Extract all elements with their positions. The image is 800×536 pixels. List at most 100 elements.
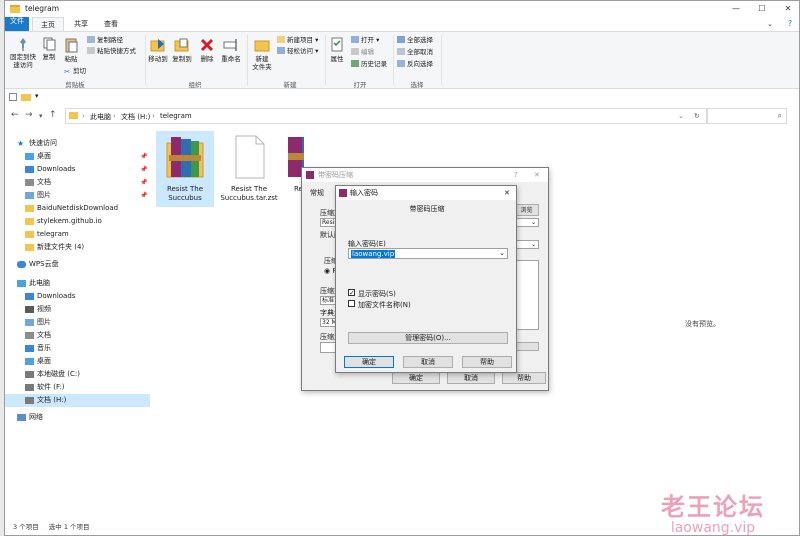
- checkbox-icon[interactable]: [9, 93, 17, 101]
- new-group-label: 新建: [283, 81, 297, 89]
- sidebar-item[interactable]: 图片: [5, 316, 150, 329]
- select-all-label: 全部选择: [407, 36, 433, 44]
- help-icon[interactable]: ?: [777, 16, 799, 32]
- sidebar-item[interactable]: 新建文件夹 (4): [5, 241, 150, 254]
- password-dialog-titlebar: 输入密码 ✕: [336, 186, 516, 200]
- manage-passwords-button[interactable]: 管理密码(O)...: [348, 332, 508, 344]
- file-item[interactable]: Resist The Succubus.tar.zst: [220, 131, 278, 207]
- close-button[interactable]: ✕: [775, 1, 799, 17]
- move-to-icon: [150, 39, 165, 52]
- sidebar-item[interactable]: Downloads: [5, 290, 150, 303]
- sidebar-item[interactable]: Downloads 📌: [5, 163, 150, 176]
- sidebar-item[interactable]: 音乐: [5, 342, 150, 355]
- title-bar: telegram — ☐ ✕: [5, 1, 799, 17]
- chevron-down-icon[interactable]: ⌄: [499, 249, 505, 257]
- archive-name-dropdown-icon[interactable]: ⌄: [514, 218, 539, 227]
- archive-extra-button[interactable]: [514, 342, 539, 351]
- sidebar-item[interactable]: 桌面 📌: [5, 150, 150, 163]
- delete-button[interactable]: 删除: [198, 37, 216, 63]
- breadcrumb-this-pc[interactable]: 此电脑: [90, 112, 111, 122]
- new-item-label: 新建项目: [287, 36, 313, 44]
- select-all-button[interactable]: 全部选择: [397, 36, 433, 45]
- breadcrumb-sep-icon: ›: [82, 112, 85, 120]
- sidebar-item[interactable]: 视频: [5, 303, 150, 316]
- preview-pane-text: 没有预览。: [685, 320, 720, 328]
- breadcrumb-drive[interactable]: 文档 (H:): [121, 112, 150, 122]
- tab-general[interactable]: 常规: [310, 188, 324, 198]
- easy-access-button[interactable]: 轻松访问 ▾: [277, 47, 318, 56]
- cut-button[interactable]: ✂ 剪切: [63, 67, 86, 76]
- pin-quick-access-button[interactable]: 固定到快 速访问: [8, 37, 38, 69]
- select-none-button[interactable]: 全部取消: [397, 48, 433, 57]
- folder-icon: [25, 205, 34, 212]
- edit-button[interactable]: 编辑: [351, 48, 374, 57]
- rename-button[interactable]: 重命名: [220, 37, 242, 63]
- archive-ok-button[interactable]: 确定: [392, 372, 440, 384]
- address-dropdown-icon[interactable]: ⌄: [678, 112, 684, 120]
- copy-path-button[interactable]: 复制路径: [87, 36, 123, 45]
- archive-cancel-button[interactable]: 取消: [447, 372, 495, 384]
- folder-icon[interactable]: [21, 94, 31, 101]
- sidebar-this-pc[interactable]: 此电脑: [5, 277, 150, 290]
- show-password-checkbox[interactable]: ✓: [348, 289, 355, 297]
- sidebar-item[interactable]: 文档 (H:): [5, 394, 150, 407]
- properties-button[interactable]: 属性: [327, 37, 347, 63]
- encrypt-names-checkbox[interactable]: [348, 300, 355, 307]
- refresh-icon[interactable]: ↻: [694, 112, 700, 120]
- paste-button[interactable]: 粘贴: [60, 37, 82, 63]
- forward-icon[interactable]: →: [25, 110, 33, 120]
- sidebar-item[interactable]: 文档: [5, 329, 150, 342]
- group-separator: [247, 35, 248, 85]
- invert-select-button[interactable]: 反向选择: [397, 60, 433, 69]
- sidebar-item[interactable]: 软件 (F:): [5, 381, 150, 394]
- copy-button[interactable]: 复制: [39, 37, 59, 61]
- sidebar-network[interactable]: 网络: [5, 411, 150, 424]
- password-input[interactable]: laowang.vip ⌄: [348, 248, 508, 259]
- sidebar-item[interactable]: 桌面: [5, 355, 150, 368]
- password-help-button[interactable]: 帮助: [462, 356, 512, 368]
- customize-qat-icon[interactable]: ▾: [35, 92, 39, 100]
- copy-to-button[interactable]: 复制到: [172, 37, 192, 63]
- sidebar-item[interactable]: telegram: [5, 228, 150, 241]
- address-bar[interactable]: › 此电脑 › 文档 (H:) › telegram ⌄ ↻: [65, 108, 707, 124]
- tab-view[interactable]: 查看: [97, 17, 125, 31]
- copy-to-label: 复制到: [172, 55, 192, 63]
- file-item[interactable]: Resist The Succubus: [156, 131, 214, 207]
- tab-share[interactable]: 共享: [67, 17, 95, 31]
- sidebar-item[interactable]: 图片 📌: [5, 189, 150, 202]
- sidebar-item[interactable]: 文档 📌: [5, 176, 150, 189]
- maximize-button[interactable]: ☐: [749, 1, 775, 17]
- history-button[interactable]: 历史记录: [351, 60, 387, 69]
- back-icon[interactable]: ←: [11, 110, 19, 120]
- profile-dropdown-icon[interactable]: ⌄: [514, 240, 539, 249]
- tab-home[interactable]: 主页: [32, 17, 64, 31]
- minimize-button[interactable]: —: [723, 1, 749, 17]
- new-folder-button[interactable]: 新建 文件夹: [250, 37, 274, 71]
- close-icon[interactable]: ✕: [534, 168, 540, 182]
- sidebar-item[interactable]: 本地磁盘 (C:): [5, 368, 150, 381]
- sidebar-item[interactable]: BaiduNetdiskDownload: [5, 202, 150, 215]
- up-icon[interactable]: ↑: [49, 110, 57, 120]
- breadcrumb-folder[interactable]: telegram: [160, 112, 192, 120]
- paste-shortcut-button[interactable]: 粘贴快捷方式: [87, 47, 136, 56]
- clipboard-group-label: 剪贴板: [65, 81, 85, 89]
- sidebar-item-label: 视频: [37, 305, 51, 313]
- open-button[interactable]: 打开 ▾: [351, 36, 379, 45]
- help-icon[interactable]: ?: [514, 168, 518, 182]
- password-cancel-button[interactable]: 取消: [403, 356, 453, 368]
- close-icon[interactable]: ✕: [504, 186, 510, 200]
- new-item-button[interactable]: 新建项目 ▾: [277, 36, 318, 45]
- password-ok-button[interactable]: 确定: [344, 356, 394, 368]
- sidebar-wps[interactable]: WPS云盘: [5, 258, 150, 271]
- sidebar-item[interactable]: stylekem.github.io: [5, 215, 150, 228]
- sidebar-quick-access[interactable]: ★ 快速访问: [5, 137, 150, 150]
- move-to-button[interactable]: 移动到: [148, 37, 168, 63]
- archive-help-button[interactable]: 帮助: [502, 372, 546, 384]
- folder-icon: [25, 244, 34, 251]
- folder-icon: [10, 5, 20, 13]
- tab-file[interactable]: 文件: [5, 17, 29, 31]
- recent-locations-icon[interactable]: ▾: [39, 112, 43, 120]
- sidebar-item-label: Downloads: [37, 165, 76, 173]
- search-input[interactable]: ⌕: [707, 108, 787, 124]
- file-name: Resist The Succubus.tar.zst: [220, 185, 278, 202]
